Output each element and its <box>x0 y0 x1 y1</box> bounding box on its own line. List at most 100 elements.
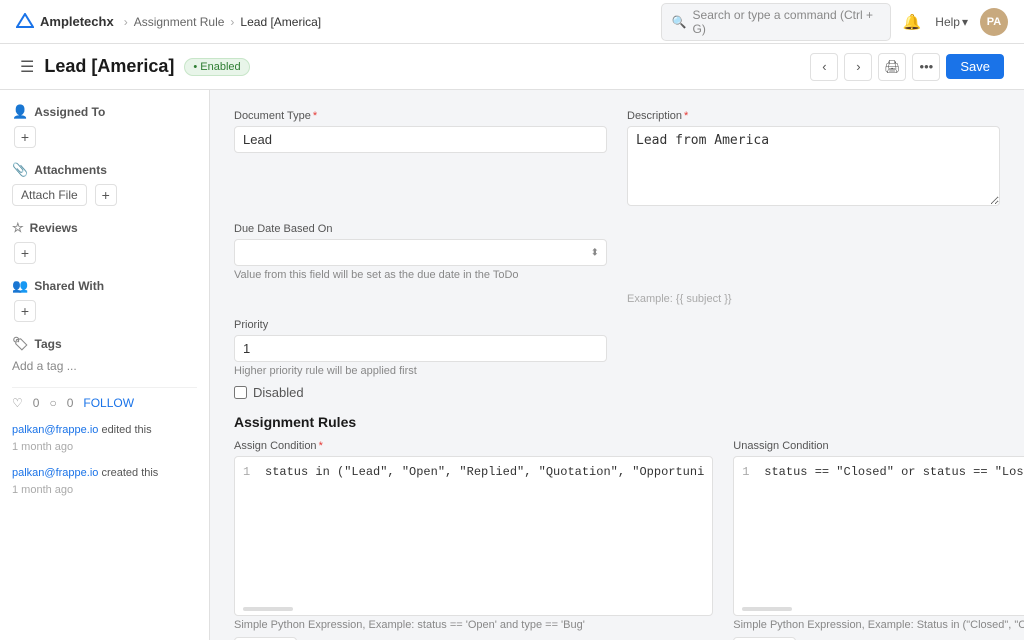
assignment-rules-title: Assignment Rules <box>234 414 1000 430</box>
line-number-1: 1 <box>243 465 257 479</box>
follow-button[interactable]: FOLLOW <box>83 396 134 410</box>
activity-entry-1: palkan@frappe.io created this1 month ago <box>12 465 197 498</box>
tag-icon: 🏷 <box>12 336 29 352</box>
example-text: Example: {{ subject }} <box>627 293 1000 305</box>
topnav-actions: 🔔 Help ▾ PA <box>901 8 1008 36</box>
code-line-2: 1 status == "Closed" or status == "Lost"… <box>742 465 1024 479</box>
reviews-section: ☆ Reviews + <box>12 220 197 264</box>
prev-button[interactable]: ‹ <box>810 53 838 81</box>
activity-user-0[interactable]: palkan@frappe.io <box>12 424 98 436</box>
search-icon: 🔍 <box>672 15 687 29</box>
unassign-condition-label: Unassign Condition <box>733 440 1024 452</box>
assign-condition-editor[interactable]: 1 status in ("Lead", "Open", "Replied", … <box>234 456 713 616</box>
page-title: Lead [America] <box>44 56 174 77</box>
avatar-initials: PA <box>987 16 1001 28</box>
print-icon[interactable]: 🖨 <box>878 53 906 81</box>
disabled-label[interactable]: Disabled <box>253 385 304 400</box>
status-badge: • Enabled <box>184 58 249 76</box>
description-label: Description* <box>627 110 1000 122</box>
activity-log: palkan@frappe.io edited this1 month ago … <box>12 422 197 498</box>
page-header-left: ☰ Lead [America] • Enabled <box>20 56 250 77</box>
priority-input[interactable] <box>234 335 607 362</box>
add-shared-button[interactable]: + <box>14 300 36 322</box>
form-row-1: Document Type* Description* Lead from Am… <box>234 110 1000 209</box>
form-row-2: Due Date Based On ⬍ Value from this fiel… <box>234 223 1000 305</box>
document-type-label: Document Type* <box>234 110 607 122</box>
unassign-condition-hint: Simple Python Expression, Example: Statu… <box>733 619 1024 631</box>
attach-file-row: Attach File + <box>12 184 197 206</box>
sidebar-divider <box>12 387 197 388</box>
tags-header: 🏷 Tags <box>12 336 197 352</box>
social-row: ♡ 0 ○ 0 FOLLOW <box>12 396 197 410</box>
unassign-condition-field: Unassign Condition 1 status == "Closed" … <box>733 440 1024 640</box>
breadcrumb-sep2: › <box>230 15 234 29</box>
unassign-condition-editor[interactable]: 1 status == "Closed" or status == "Lost"… <box>733 456 1024 616</box>
assign-condition-field: Assign Condition* 1 status in ("Lead", "… <box>234 440 713 640</box>
paperclip-icon: 📎 <box>12 162 28 178</box>
avatar[interactable]: PA <box>980 8 1008 36</box>
description-field: Description* Lead from America <box>627 110 1000 209</box>
due-date-field: Due Date Based On ⬍ Value from this fiel… <box>234 223 607 305</box>
document-type-field: Document Type* <box>234 110 607 209</box>
add-attachment-button[interactable]: + <box>95 184 117 206</box>
reviews-header: ☆ Reviews <box>12 220 197 236</box>
add-tag-label[interactable]: Add a tag ... <box>12 359 77 373</box>
logo[interactable]: Ampletechx <box>16 13 114 31</box>
document-type-input[interactable] <box>234 126 607 153</box>
logo-text: Ampletechx <box>40 14 114 29</box>
tags-label: Tags <box>35 337 62 351</box>
sidebar-toggle-icon[interactable]: ☰ <box>20 57 34 77</box>
due-date-hint: Value from this field will be set as the… <box>234 269 607 281</box>
disabled-row: Disabled <box>234 385 607 400</box>
shared-icon: 👥 <box>12 278 28 294</box>
unassign-code-scrollbar <box>742 607 792 611</box>
due-date-select-wrapper: ⬍ <box>234 239 607 266</box>
likes-count: 0 <box>33 396 40 410</box>
attach-file-button[interactable]: Attach File <box>12 184 87 206</box>
due-date-label: Due Date Based On <box>234 223 607 235</box>
save-button[interactable]: Save <box>946 54 1004 79</box>
attachments-label: Attachments <box>34 163 107 177</box>
code-line-1: 1 status in ("Lead", "Open", "Replied", … <box>243 465 704 479</box>
breadcrumb-assignment-rule[interactable]: Assignment Rule <box>134 15 225 29</box>
shared-with-section: 👥 Shared With + <box>12 278 197 322</box>
breadcrumb-sep1: › <box>124 15 128 29</box>
bell-icon[interactable]: 🔔 <box>901 11 924 33</box>
form-row-3: Priority Higher priority rule will be ap… <box>234 319 1000 400</box>
assigned-to-header: 👤 Assigned To <box>12 104 197 120</box>
chevron-down-icon: ▾ <box>962 15 968 29</box>
assign-condition-label: Assign Condition* <box>234 440 713 452</box>
shared-with-header: 👥 Shared With <box>12 278 197 294</box>
user-icon: 👤 <box>12 104 28 120</box>
code-scrollbar <box>243 607 293 611</box>
main-layout: 👤 Assigned To + 📎 Attachments Attach Fil… <box>0 90 1024 640</box>
help-menu[interactable]: Help ▾ <box>935 15 968 29</box>
more-options-icon[interactable]: ••• <box>912 53 940 81</box>
priority-hint: Higher priority rule will be applied fir… <box>234 365 607 377</box>
search-bar[interactable]: 🔍 Search or type a command (Ctrl + G) <box>661 3 891 41</box>
description-input[interactable]: Lead from America <box>627 126 1000 206</box>
unassign-code-content: status == "Closed" or status == "Lost" o… <box>764 465 1024 479</box>
shared-with-label: Shared With <box>34 279 104 293</box>
assigned-to-section: 👤 Assigned To + <box>12 104 197 148</box>
activity-user-1[interactable]: palkan@frappe.io <box>12 467 98 479</box>
assigned-to-label: Assigned To <box>34 105 105 119</box>
breadcrumb: › Assignment Rule › Lead [America] <box>124 15 321 29</box>
sidebar: 👤 Assigned To + 📎 Attachments Attach Fil… <box>0 90 210 640</box>
priority-label: Priority <box>234 319 607 331</box>
next-button[interactable]: › <box>844 53 872 81</box>
attach-file-label: Attach File <box>21 188 78 202</box>
add-review-button[interactable]: + <box>14 242 36 264</box>
top-navigation: Ampletechx › Assignment Rule › Lead [Ame… <box>0 0 1024 44</box>
due-date-select[interactable] <box>234 239 607 266</box>
help-label: Help <box>935 15 960 29</box>
attachments-section: 📎 Attachments Attach File + <box>12 162 197 206</box>
page-header: ☰ Lead [America] • Enabled ‹ › 🖨 ••• Sav… <box>0 44 1024 90</box>
assign-code-content: status in ("Lead", "Open", "Replied", "Q… <box>265 465 704 479</box>
disabled-checkbox[interactable] <box>234 386 247 399</box>
activity-entry-0: palkan@frappe.io edited this1 month ago <box>12 422 197 455</box>
attachments-header: 📎 Attachments <box>12 162 197 178</box>
tags-section: 🏷 Tags Add a tag ... <box>12 336 197 373</box>
description-example: Example: {{ subject }} <box>627 223 1000 305</box>
add-assigned-to-button[interactable]: + <box>14 126 36 148</box>
